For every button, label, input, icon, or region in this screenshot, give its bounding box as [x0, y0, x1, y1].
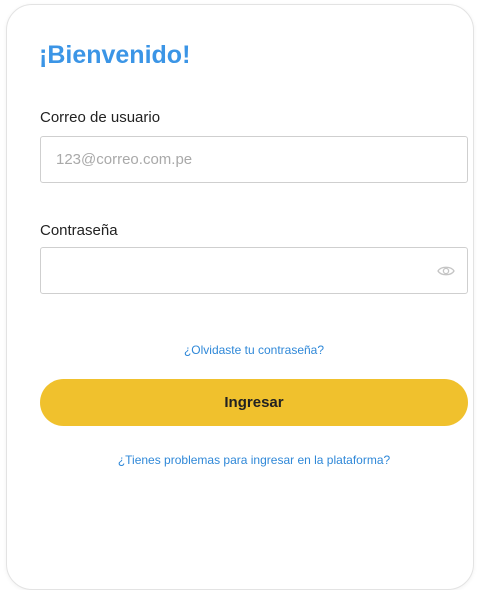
login-button[interactable]: Ingresar [40, 379, 468, 426]
email-field-container [40, 136, 468, 183]
password-label: Contraseña [40, 222, 118, 239]
forgot-password-link[interactable]: ¿Olvidaste tu contraseña? [40, 343, 468, 357]
email-field[interactable] [41, 137, 467, 182]
login-help-link[interactable]: ¿Tienes problemas para ingresar en la pl… [40, 453, 468, 467]
email-label: Correo de usuario [40, 109, 161, 126]
password-field[interactable] [41, 248, 467, 293]
welcome-title: ¡Bienvenido! [39, 41, 191, 69]
eye-icon[interactable] [437, 263, 455, 279]
password-field-container [40, 247, 468, 294]
login-card: ¡Bienvenido! Correo de usuario Contraseñ… [6, 4, 474, 590]
